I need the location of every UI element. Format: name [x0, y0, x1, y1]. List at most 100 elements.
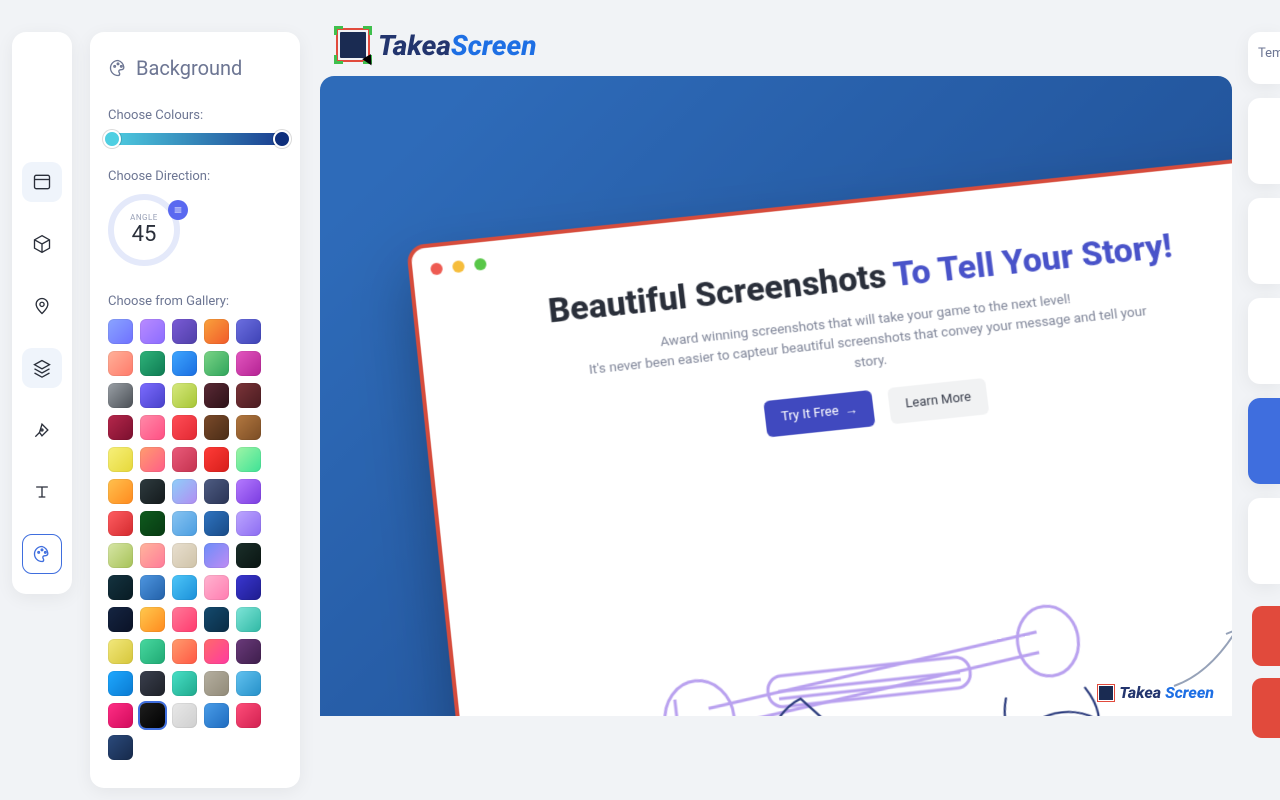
- gradient-swatch[interactable]: [108, 319, 133, 344]
- gradient-swatch[interactable]: [140, 479, 165, 504]
- gradient-swatch[interactable]: [204, 383, 229, 408]
- template-thumb-3[interactable]: [1248, 298, 1280, 384]
- gradient-swatch[interactable]: [172, 671, 197, 696]
- gradient-swatch[interactable]: [108, 671, 133, 696]
- gradient-swatch[interactable]: [108, 735, 133, 760]
- arrow-right-icon: →: [844, 401, 859, 418]
- gradient-swatch[interactable]: [204, 671, 229, 696]
- gradient-swatch[interactable]: [140, 319, 165, 344]
- gradient-swatch[interactable]: [140, 415, 165, 440]
- gradient-swatch[interactable]: [108, 543, 133, 568]
- gradient-swatch[interactable]: [108, 703, 133, 728]
- palette-icon: [108, 58, 128, 78]
- gradient-swatch[interactable]: [140, 575, 165, 600]
- gradient-swatch[interactable]: [204, 447, 229, 472]
- gradient-swatch[interactable]: [236, 351, 261, 376]
- action-button-2[interactable]: [1252, 678, 1280, 738]
- templates-tab[interactable]: Tem: [1248, 32, 1280, 84]
- gradient-swatch[interactable]: [108, 511, 133, 536]
- gradient-start-handle[interactable]: [103, 130, 121, 148]
- gradient-swatch[interactable]: [172, 575, 197, 600]
- gradient-swatch[interactable]: [140, 671, 165, 696]
- gradient-swatch[interactable]: [236, 575, 261, 600]
- gradient-swatch[interactable]: [172, 639, 197, 664]
- gradient-swatch[interactable]: [140, 447, 165, 472]
- gradient-swatch[interactable]: [236, 447, 261, 472]
- choose-direction-label: Choose Direction:: [108, 169, 282, 184]
- gradient-swatch[interactable]: [204, 319, 229, 344]
- gradient-swatch[interactable]: [140, 607, 165, 632]
- gradient-swatch[interactable]: [236, 511, 261, 536]
- gradient-swatch[interactable]: [172, 383, 197, 408]
- gradient-swatch[interactable]: [140, 703, 165, 728]
- action-button-1[interactable]: [1252, 606, 1280, 666]
- background-panel: Background Choose Colours: Choose Direct…: [90, 32, 300, 788]
- gradient-swatch[interactable]: [236, 479, 261, 504]
- template-thumb-4[interactable]: [1248, 398, 1280, 484]
- cta-primary-button[interactable]: Try It Free→: [763, 390, 876, 438]
- angle-knob[interactable]: [168, 200, 188, 220]
- gradient-swatch[interactable]: [140, 351, 165, 376]
- gradient-swatch[interactable]: [204, 703, 229, 728]
- tool-pen[interactable]: [22, 410, 62, 450]
- gradient-swatch[interactable]: [236, 671, 261, 696]
- gradient-swatch[interactable]: [140, 639, 165, 664]
- gradient-swatch[interactable]: [140, 383, 165, 408]
- tool-browser-frame[interactable]: [22, 162, 62, 202]
- gradient-swatch[interactable]: [108, 351, 133, 376]
- gradient-swatch[interactable]: [236, 415, 261, 440]
- gradient-swatch[interactable]: [108, 479, 133, 504]
- panel-title-text: Background: [136, 56, 242, 80]
- gradient-swatch[interactable]: [172, 479, 197, 504]
- gradient-swatch[interactable]: [236, 639, 261, 664]
- gradient-swatch[interactable]: [108, 639, 133, 664]
- tool-text[interactable]: [22, 472, 62, 512]
- gradient-swatch[interactable]: [172, 447, 197, 472]
- traffic-red: [430, 262, 443, 275]
- gradient-swatch[interactable]: [236, 703, 261, 728]
- gradient-swatch[interactable]: [172, 511, 197, 536]
- gradient-swatch[interactable]: [236, 383, 261, 408]
- gradient-swatch[interactable]: [204, 575, 229, 600]
- gradient-swatch[interactable]: [172, 703, 197, 728]
- tool-palette[interactable]: [22, 534, 62, 574]
- gradient-swatch[interactable]: [204, 511, 229, 536]
- gradient-swatch[interactable]: [204, 415, 229, 440]
- gradient-swatch[interactable]: [172, 319, 197, 344]
- preview-canvas[interactable]: Beautiful Screenshots To Tell Your Story…: [320, 76, 1232, 716]
- left-toolbar: [12, 32, 72, 594]
- gradient-swatch[interactable]: [140, 511, 165, 536]
- gradient-swatch[interactable]: [172, 607, 197, 632]
- gradient-swatch[interactable]: [172, 351, 197, 376]
- gradient-swatch[interactable]: [172, 415, 197, 440]
- gradient-swatch[interactable]: [236, 319, 261, 344]
- canvas-area: TakeaScreen Beautiful Screenshots To Tel…: [320, 0, 1232, 800]
- gradient-swatch[interactable]: [140, 543, 165, 568]
- template-thumb-2[interactable]: [1248, 198, 1280, 284]
- gradient-swatch[interactable]: [236, 607, 261, 632]
- tool-cube-3d[interactable]: [22, 224, 62, 264]
- right-panel-peek: Tem: [1248, 32, 1280, 788]
- template-thumb-1[interactable]: [1248, 98, 1280, 184]
- gradient-swatch[interactable]: [204, 479, 229, 504]
- tool-layers[interactable]: [22, 348, 62, 388]
- gradient-swatch[interactable]: [108, 607, 133, 632]
- tool-location-pin[interactable]: [22, 286, 62, 326]
- template-thumb-5[interactable]: [1248, 498, 1280, 584]
- gradient-swatch[interactable]: [236, 543, 261, 568]
- gradient-swatch[interactable]: [172, 543, 197, 568]
- gradient-swatch[interactable]: [108, 415, 133, 440]
- browser-mockup: Beautiful Screenshots To Tell Your Story…: [406, 153, 1232, 716]
- gradient-swatch[interactable]: [204, 543, 229, 568]
- gradient-swatch[interactable]: [204, 639, 229, 664]
- gradient-swatch[interactable]: [204, 607, 229, 632]
- traffic-yellow: [452, 260, 465, 273]
- gradient-swatch[interactable]: [108, 575, 133, 600]
- gradient-slider[interactable]: [108, 133, 282, 145]
- gradient-swatch[interactable]: [108, 383, 133, 408]
- angle-control[interactable]: ANGLE 45: [108, 194, 186, 272]
- gradient-swatch[interactable]: [108, 447, 133, 472]
- gradient-end-handle[interactable]: [273, 130, 291, 148]
- gradient-swatch[interactable]: [204, 351, 229, 376]
- cta-secondary-button[interactable]: Learn More: [887, 378, 989, 424]
